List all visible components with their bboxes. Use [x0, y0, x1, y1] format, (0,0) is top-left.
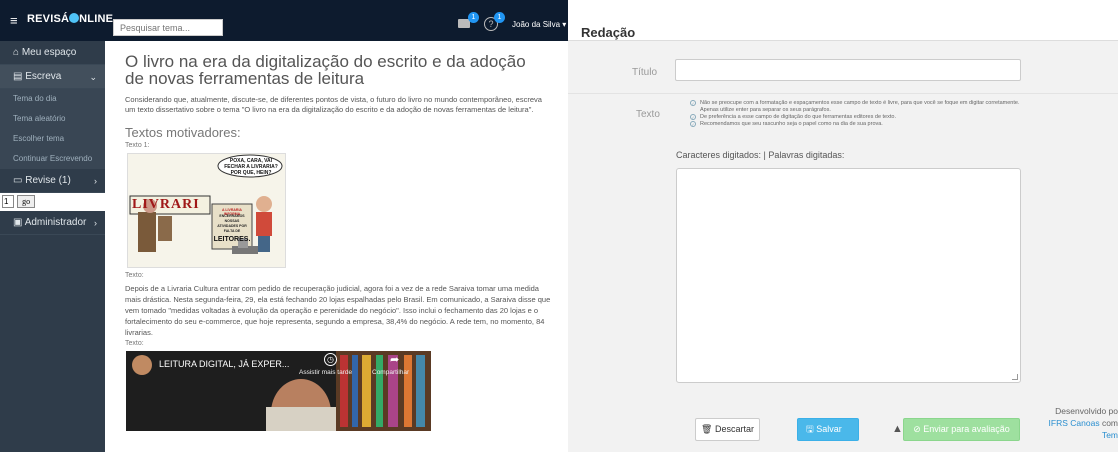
cartoon-poster-big: LEITORES.: [213, 236, 251, 243]
home-icon: ⌂: [13, 47, 20, 58]
floppy-icon: 🖫: [806, 424, 814, 434]
help-badge: 1: [494, 12, 505, 23]
top-navbar: ≡ REVISÁNLINE 1 ? 1 João da Silva ▾: [0, 0, 568, 41]
chevron-right-icon: ›: [94, 176, 97, 186]
video-title[interactable]: LEITURA DIGITAL, JÁ EXPER...: [159, 359, 289, 369]
form-header: Redação: [568, 0, 1118, 41]
sidebar-item-administrador[interactable]: ▣ Administrador ›: [0, 211, 105, 235]
chevron-right-icon: ›: [94, 218, 97, 228]
sidebar-subitem-tema-do-dia[interactable]: Tema do dia: [0, 89, 105, 109]
video-embed[interactable]: LEITURA DIGITAL, JÁ EXPER... ◷ Assistir …: [126, 351, 431, 431]
char-word-counter: Caracteres digitados: | Palavras digitad…: [676, 150, 845, 160]
discard-button[interactable]: 🗑 Descartar: [695, 418, 760, 441]
tip-item: ✓ De preferência a esse campo de digitaçã…: [690, 114, 896, 120]
sidebar-item-meu-espaco[interactable]: ⌂ Meu espaço: [0, 41, 105, 65]
text1-label: Texto 1:: [125, 142, 150, 149]
tip-item: ✓ Recomendamos que seu rascunho seja o pa…: [690, 121, 883, 127]
sidebar-subitem-continuar[interactable]: Continuar Escrevendo: [0, 149, 105, 169]
cartoon-image: LIVRARI POXA, CARA, VAI FECHAR A LIVRARI…: [127, 153, 286, 268]
watch-later-label: Assistir mais tarde: [299, 369, 353, 376]
warning-icon: ▲: [892, 423, 903, 435]
sidebar-subitem-tema-aleatorio[interactable]: Tema aleatório: [0, 109, 105, 129]
go-button[interactable]: go: [17, 195, 36, 208]
title-input[interactable]: [675, 59, 1021, 81]
check-circle-icon: ✓: [690, 100, 696, 106]
text2-label: Texto:: [125, 272, 144, 279]
document-icon: ▤: [13, 71, 23, 82]
sidebar-subitem-escolher-tema[interactable]: Escolher tema: [0, 129, 105, 149]
title-label: Título: [632, 67, 658, 78]
theme-content: O livro na era da digitalização do escri…: [117, 41, 557, 452]
admin-icon: ▣: [13, 217, 23, 228]
monitor-icon: ▭: [13, 175, 23, 186]
resize-handle-icon[interactable]: [1012, 374, 1018, 380]
page-input[interactable]: [2, 195, 14, 208]
brand-logo[interactable]: REVISÁ NLINE: [27, 13, 113, 25]
save-button[interactable]: 🖫 Salvar: [797, 418, 859, 441]
cartoon-bubble: POXA, CARA, VAI FECHAR A LIVRARIA? POR Q…: [224, 158, 278, 176]
tips-list: ✓ Não se preocupe com a formatação e espa…: [690, 100, 1030, 128]
credit-line1: Desenvolvido po: [1055, 406, 1118, 416]
credit-line3[interactable]: Tem: [1038, 429, 1118, 441]
cartoon-poster-mid: ENCERRAMOS NOSSAS ATIVIDADES POR FALTA D…: [217, 214, 247, 233]
ban-icon: ⊘: [913, 424, 921, 434]
left-pane: ≡ REVISÁNLINE 1 ? 1 João da Silva ▾ ⌂ Me…: [0, 0, 568, 452]
sidebar-item-revise[interactable]: ▭ Revise (1) ›: [0, 169, 105, 193]
check-circle-icon: ✓: [690, 121, 696, 127]
clock-icon[interactable]: ◷: [324, 353, 337, 366]
search-input[interactable]: [113, 19, 223, 36]
text3-label: Texto:: [125, 340, 144, 347]
pager: go: [0, 193, 105, 211]
tip-item: ✓ Não se preocupe com a formatação e espa…: [690, 100, 1020, 113]
footer-credit: Desenvolvido po IFRS Canoas com Tem: [1038, 405, 1118, 441]
motivational-heading: Textos motivadores:: [125, 125, 241, 140]
credit-line2: IFRS Canoas com: [1048, 418, 1118, 428]
messages-badge: 1: [468, 12, 479, 23]
trash-icon: 🗑: [701, 424, 713, 434]
ifrs-link[interactable]: IFRS Canoas: [1049, 418, 1100, 428]
check-circle-icon: ✓: [690, 114, 696, 120]
form-title: Redação: [581, 25, 636, 40]
divider: [568, 93, 1118, 94]
share-label: Compartilhar: [372, 369, 410, 376]
user-menu[interactable]: João da Silva ▾: [512, 20, 566, 29]
cartoon-sign: LIVRARI: [132, 197, 200, 212]
text2-body: Depois de a Livraria Cultura entrar com …: [125, 284, 551, 337]
essay-textarea[interactable]: [676, 168, 1021, 383]
page-title: O livro na era da digitalização do escri…: [125, 52, 526, 88]
sidebar-item-escreva[interactable]: ▤ Escreva ⌄: [0, 65, 105, 89]
send-for-review-button[interactable]: ⊘ Enviar para avaliação: [903, 418, 1020, 441]
chevron-down-icon: ⌄: [89, 72, 97, 82]
theme-intro: Considerando que, atualmente, discute-se…: [125, 95, 542, 114]
text-label: Texto: [636, 109, 660, 120]
menu-icon[interactable]: ≡: [10, 13, 18, 28]
share-icon[interactable]: ➦: [390, 353, 399, 366]
sidebar: ⌂ Meu espaço ▤ Escreva ⌄ Tema do dia Tema…: [0, 41, 105, 452]
right-pane: Redação Título Texto ✓ Não se preocupe co…: [568, 0, 1118, 452]
